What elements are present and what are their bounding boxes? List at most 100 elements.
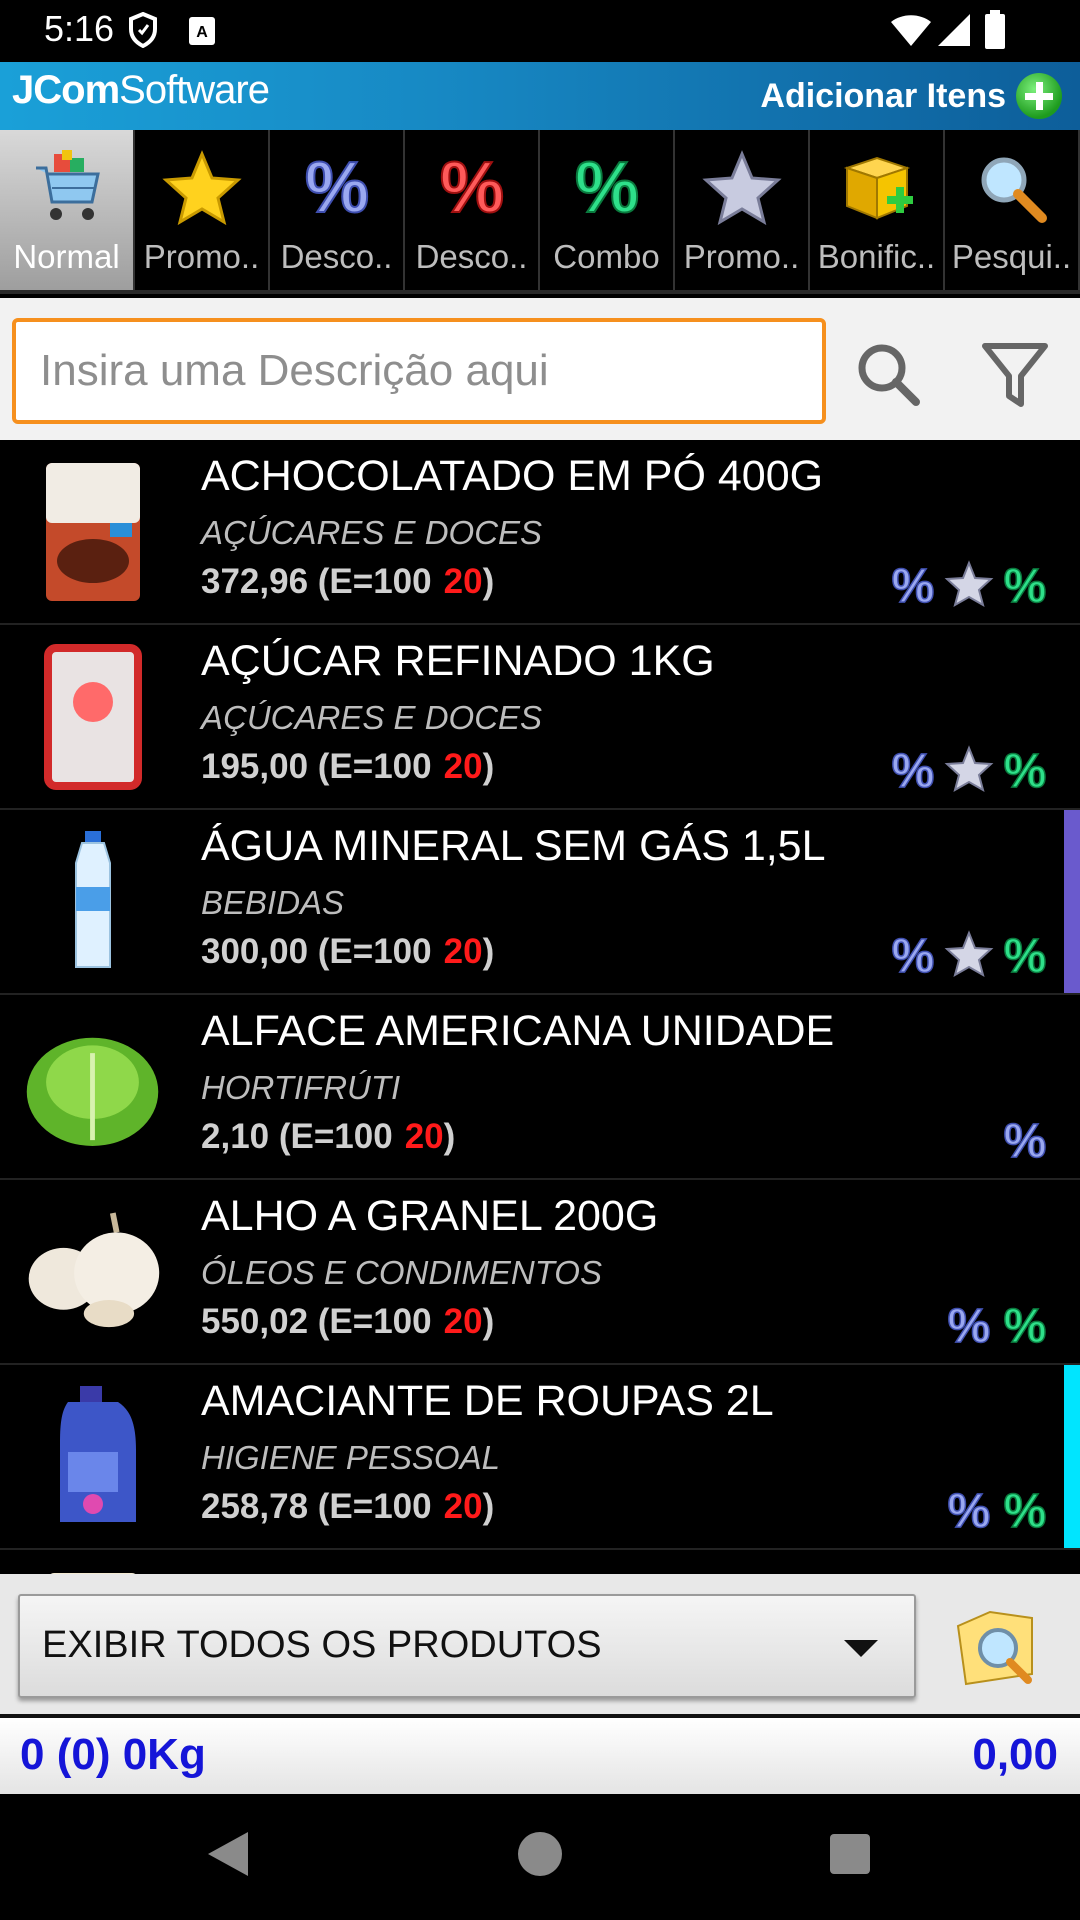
svg-text:%: %: [892, 745, 935, 793]
product-price: 2,10 (E=100 20): [201, 1117, 455, 1157]
status-bar: 5:16 A: [0, 0, 1080, 62]
status-time: 5:16: [44, 8, 115, 49]
tab-discount-blue[interactable]: % Desco..: [270, 130, 405, 290]
home-icon[interactable]: [518, 1832, 562, 1876]
svg-text:%: %: [304, 150, 368, 226]
product-filter-select[interactable]: EXIBIR TODOS OS PRODUTOS: [18, 1594, 916, 1698]
plus-circle-icon: [1016, 73, 1062, 119]
product-category: HORTIFRÚTI: [201, 1069, 401, 1106]
product-price: 300,00 (E=100 20): [201, 932, 494, 972]
product-image: [20, 826, 165, 978]
tab-discount-red[interactable]: % Desco..: [405, 130, 540, 290]
product-row[interactable]: ALFACE AMERICANA UNIDADE HORTIFRÚTI 2,10…: [0, 995, 1080, 1180]
keyboard-notification-icon: A: [188, 16, 216, 50]
promo-badges: % %: [888, 560, 1050, 608]
tab-label: Desco..: [280, 238, 393, 275]
svg-text:%: %: [892, 930, 935, 978]
stock-value: 20: [443, 1487, 483, 1526]
product-image: [20, 1381, 165, 1533]
green-percent-icon: %: [540, 146, 673, 230]
green-percent-icon: %: [1003, 745, 1047, 793]
svg-text:%: %: [1004, 560, 1047, 608]
red-percent-icon: %: [405, 146, 538, 230]
tab-label: Bonific..: [817, 238, 936, 275]
tab-label: Promo..: [683, 238, 800, 275]
price-value: 372,96 (E=100: [201, 562, 432, 601]
select-value: EXIBIR TODOS OS PRODUTOS: [42, 1624, 602, 1666]
product-category: AÇÚCARES E DOCES: [201, 699, 543, 736]
product-name: AÇÚCAR REFINADO 1KG: [201, 637, 715, 685]
blue-percent-icon: %: [270, 146, 403, 230]
product-image: [20, 641, 165, 793]
search-icon: [858, 344, 920, 406]
price-close: ): [482, 1487, 495, 1526]
product-list[interactable]: ACHOCOLATADO EM PÓ 400G AÇÚCARES E DOCES…: [0, 440, 1080, 1574]
shield-icon: [128, 11, 158, 52]
add-items-button[interactable]: Adicionar Itens: [760, 68, 1062, 124]
filter-icon: [982, 343, 1048, 407]
blue-percent-icon: %: [891, 745, 935, 793]
price-value: 258,78 (E=100: [201, 1487, 432, 1526]
battery-icon: [984, 10, 1006, 54]
blue-percent-icon: %: [947, 1485, 991, 1533]
cart-icon: [0, 146, 133, 230]
silver-star-icon: [944, 560, 994, 608]
tab-bonus[interactable]: Bonific..: [810, 130, 945, 290]
tab-promo-gold[interactable]: Promo..: [135, 130, 270, 290]
svg-text:%: %: [439, 150, 503, 226]
row-marker: [1064, 810, 1080, 993]
svg-text:%: %: [1004, 930, 1047, 978]
product-row[interactable]: ALHO A GRANEL 200G ÓLEOS E CONDIMENTOS 5…: [0, 1180, 1080, 1365]
stock-value: 20: [443, 747, 483, 786]
tab-search[interactable]: Pesqui..: [945, 130, 1080, 290]
svg-text:%: %: [1004, 1115, 1047, 1163]
price-value: 300,00 (E=100: [201, 932, 432, 971]
row-marker: [1064, 1365, 1080, 1548]
product-image: [20, 1196, 165, 1348]
tab-combo[interactable]: % Combo: [540, 130, 675, 290]
search-button[interactable]: [850, 336, 930, 416]
svg-text:A: A: [196, 24, 208, 41]
blue-percent-icon: %: [891, 930, 935, 978]
filter-button[interactable]: [975, 334, 1055, 414]
totals-quantity: 0 (0) 0Kg: [20, 1730, 206, 1779]
price-value: 550,02 (E=100: [201, 1302, 432, 1341]
product-row[interactable]: ACHOCOLATADO EM PÓ 400G AÇÚCARES E DOCES…: [0, 440, 1080, 625]
product-price: 372,96 (E=100 20): [201, 562, 494, 602]
promo-badges: % %: [888, 930, 1050, 978]
product-price: 195,00 (E=100 20): [201, 747, 494, 787]
promo-badges: %: [1000, 1115, 1050, 1163]
product-row[interactable]: AMACIANTE DE ROUPAS 2L HIGIENE PESSOAL 2…: [0, 1365, 1080, 1550]
price-close: ): [482, 1302, 495, 1341]
promo-badges: % %: [944, 1300, 1050, 1348]
tab-normal[interactable]: Normal: [0, 130, 135, 290]
product-price: 550,02 (E=100 20): [201, 1302, 494, 1342]
product-name: ACHOCOLATADO EM PÓ 400G: [201, 452, 824, 500]
tab-label: Combo: [553, 238, 660, 275]
svg-text:%: %: [948, 1485, 991, 1533]
svg-text:%: %: [948, 1300, 991, 1348]
product-row[interactable]: ÁGUA MINERAL SEM GÁS 1,5L BEBIDAS 300,00…: [0, 810, 1080, 995]
svg-text:%: %: [892, 560, 935, 608]
svg-text:%: %: [574, 150, 638, 226]
price-value: 2,10 (E=100: [201, 1117, 393, 1156]
stock-value: 20: [404, 1117, 444, 1156]
blue-percent-icon: %: [947, 1300, 991, 1348]
product-row[interactable]: AÇÚCAR REFINADO 1KG AÇÚCARES E DOCES 195…: [0, 625, 1080, 810]
back-icon[interactable]: [208, 1832, 248, 1876]
tab-promo-silver[interactable]: Promo..: [675, 130, 810, 290]
brand-logo: JComSoftware: [12, 68, 270, 113]
blue-percent-icon: %: [891, 560, 935, 608]
product-name: ALHO A GRANEL 200G: [201, 1192, 659, 1240]
svg-text:%: %: [1004, 745, 1047, 793]
search-input[interactable]: [12, 318, 826, 424]
recent-apps-icon[interactable]: [830, 1834, 870, 1874]
product-row-partial[interactable]: [0, 1550, 1080, 1574]
green-percent-icon: %: [1003, 1300, 1047, 1348]
search-document-button[interactable]: [952, 1604, 1042, 1690]
svg-text:%: %: [1004, 1300, 1047, 1348]
folder-search-icon: [956, 1610, 1033, 1686]
product-name: ALFACE AMERICANA UNIDADE: [201, 1007, 835, 1055]
tab-label: Normal: [13, 238, 120, 275]
tab-label: Desco..: [415, 238, 528, 275]
